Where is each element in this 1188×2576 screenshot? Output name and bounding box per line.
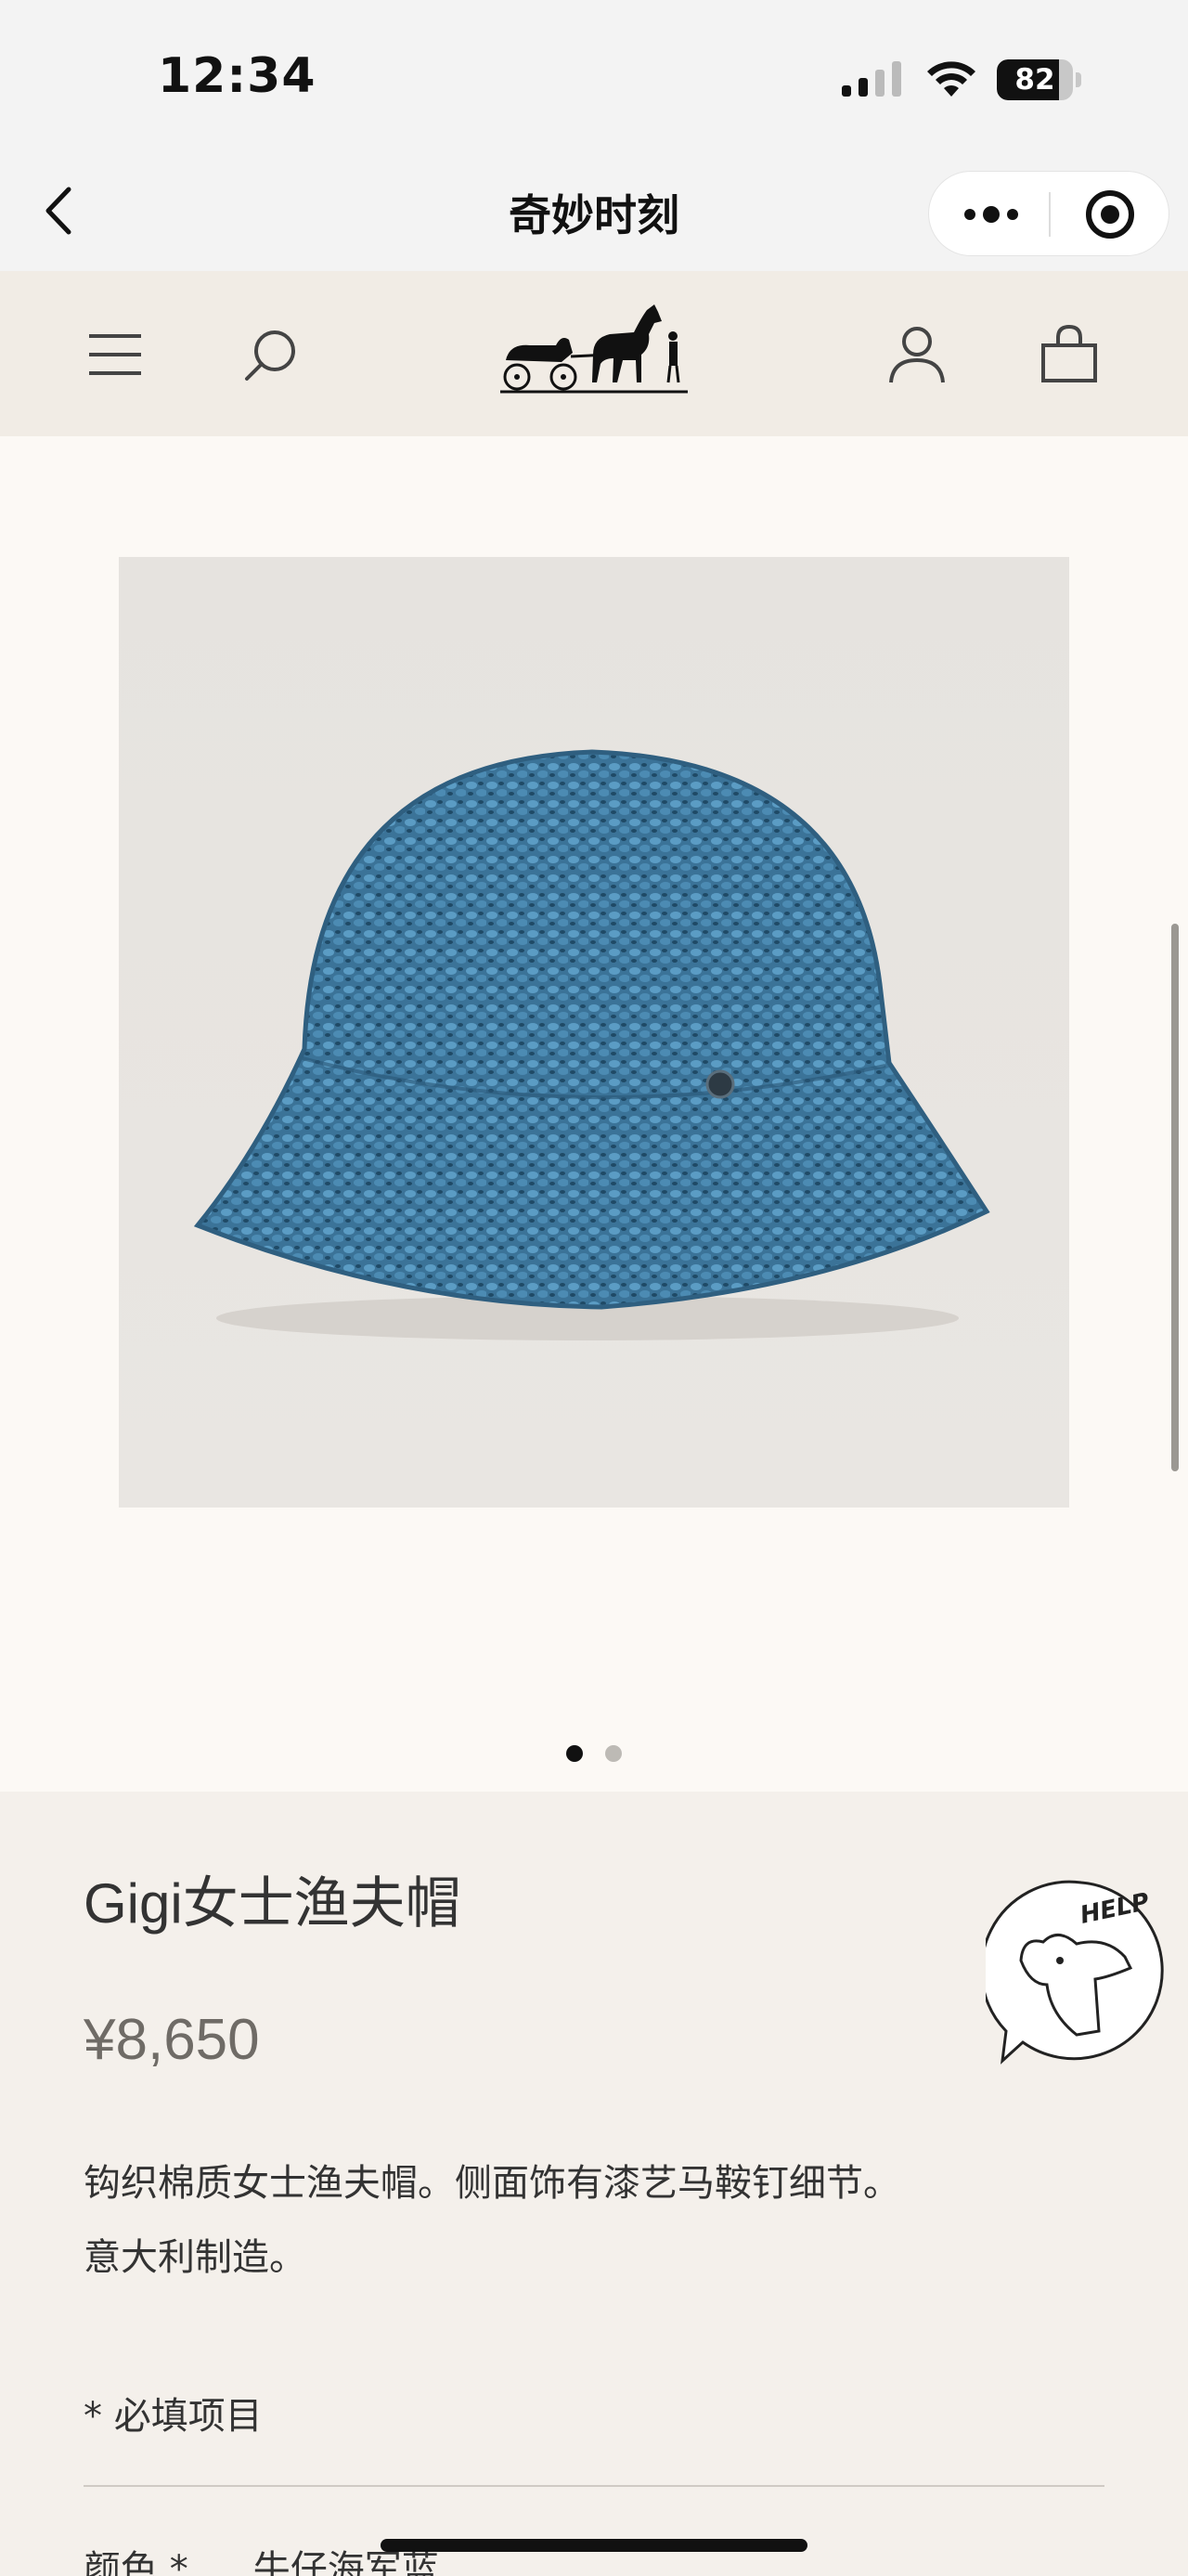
color-value[interactable]: 牛仔海军蓝	[253, 2548, 439, 2576]
product-image[interactable]	[119, 557, 1069, 1508]
more-dots-icon[interactable]	[929, 172, 1050, 257]
product-price: ¥8,650	[84, 2008, 260, 2072]
required-note: * 必填项目	[84, 2395, 263, 2438]
product-name: Gigi女士渔夫帽	[84, 1872, 461, 1935]
status-bar: 12:34 82	[0, 0, 1188, 158]
battery-icon: 82	[997, 59, 1082, 100]
title-bar: 奇妙时刻	[0, 158, 1188, 271]
site-header	[0, 271, 1188, 436]
brand-logo-carriage[interactable]	[497, 297, 691, 408]
hat-illustration	[193, 749, 990, 1340]
description-line-1: 钩织棉质女士渔夫帽。侧面饰有漆艺马鞍钉细节。	[84, 2162, 900, 2205]
divider	[84, 2485, 1104, 2487]
description-line-2: 意大利制造。	[84, 2236, 306, 2279]
product-description: 钩织棉质女士渔夫帽。侧面饰有漆艺马鞍钉细节。 意大利制造。	[84, 2146, 1012, 2295]
pagination-dot-1[interactable]	[566, 1745, 583, 1762]
product-gallery[interactable]	[0, 436, 1188, 1792]
wifi-icon	[927, 61, 975, 97]
pagination-dot-2[interactable]	[605, 1745, 622, 1762]
shopping-bag-icon[interactable]	[1032, 317, 1106, 392]
menu-icon[interactable]	[78, 317, 152, 392]
account-icon[interactable]	[880, 317, 954, 392]
search-icon[interactable]	[234, 317, 308, 392]
signal-icon	[842, 61, 901, 97]
gallery-pagination	[0, 1745, 1188, 1764]
color-label: 颜色 *	[84, 2548, 188, 2576]
close-target-icon[interactable]	[1050, 172, 1170, 257]
capsule-menu	[928, 171, 1169, 256]
battery-level: 82	[1014, 63, 1055, 97]
gallery-scrollbar[interactable]	[1171, 924, 1179, 1471]
help-button[interactable]: HELP	[986, 1875, 1177, 2070]
home-indicator[interactable]	[381, 2539, 807, 2552]
status-time: 12:34	[158, 48, 316, 104]
